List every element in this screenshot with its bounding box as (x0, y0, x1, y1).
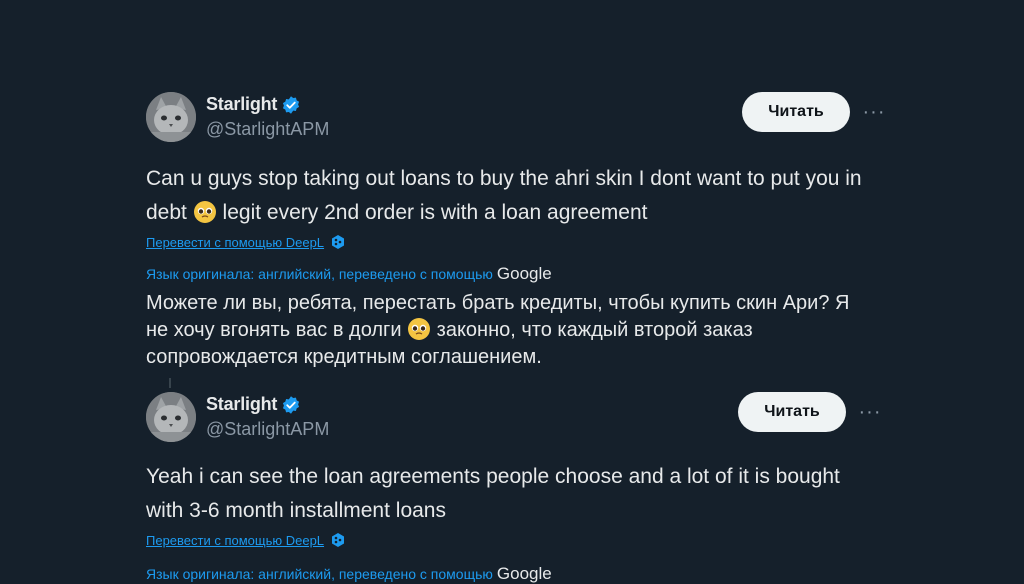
follow-button[interactable]: Читать (742, 92, 850, 132)
pleading-face-icon (193, 201, 216, 223)
translation-note-label: Язык оригинала: английский, переведено с… (146, 266, 493, 282)
translation-note: Язык оригинала: английский, переведено с… (146, 264, 552, 284)
deepl-logo-icon (332, 533, 345, 547)
tweet-text: Yeah i can see the loan agreements peopl… (146, 465, 840, 522)
follow-button[interactable]: Читать (738, 392, 846, 432)
translate-deepl-link[interactable]: Перевести с помощью DeepL (146, 532, 346, 548)
display-name[interactable]: Starlight (206, 94, 277, 115)
thread-connector-line (169, 378, 171, 388)
avatar[interactable] (146, 92, 196, 142)
deepl-logo-icon (332, 235, 345, 249)
translated-text: Можете ли вы, ребята, перестать брать кр… (146, 290, 876, 371)
author-name-row: Starlight (206, 394, 301, 415)
pleading-face-icon (408, 318, 431, 340)
verified-badge-icon (283, 395, 300, 414)
tweet-text: Can u guys stop taking out loans to buy … (146, 162, 876, 230)
google-label[interactable]: Google (497, 264, 552, 283)
more-options-icon[interactable]: ··· (858, 400, 882, 424)
display-name[interactable]: Starlight (206, 394, 277, 415)
tweet-text-part-2: legit every 2nd order is with a loan agr… (216, 201, 648, 224)
more-options-icon[interactable]: ··· (862, 100, 886, 124)
translate-deepl-link[interactable]: Перевести с помощью DeepL (146, 234, 346, 250)
verified-badge-icon (283, 95, 300, 114)
translate-deepl-label: Перевести с помощью DeepL (146, 532, 325, 548)
author-handle[interactable]: @StarlightAPM (206, 119, 329, 140)
avatar[interactable] (146, 392, 196, 442)
google-label[interactable]: Google (497, 564, 552, 583)
author-name-row: Starlight (206, 94, 301, 115)
author-handle[interactable]: @StarlightAPM (206, 419, 329, 440)
translation-note-label: Язык оригинала: английский, переведено с… (146, 566, 493, 582)
translation-note: Язык оригинала: английский, переведено с… (146, 564, 552, 584)
translate-deepl-label: Перевести с помощью DeepL (146, 234, 325, 250)
